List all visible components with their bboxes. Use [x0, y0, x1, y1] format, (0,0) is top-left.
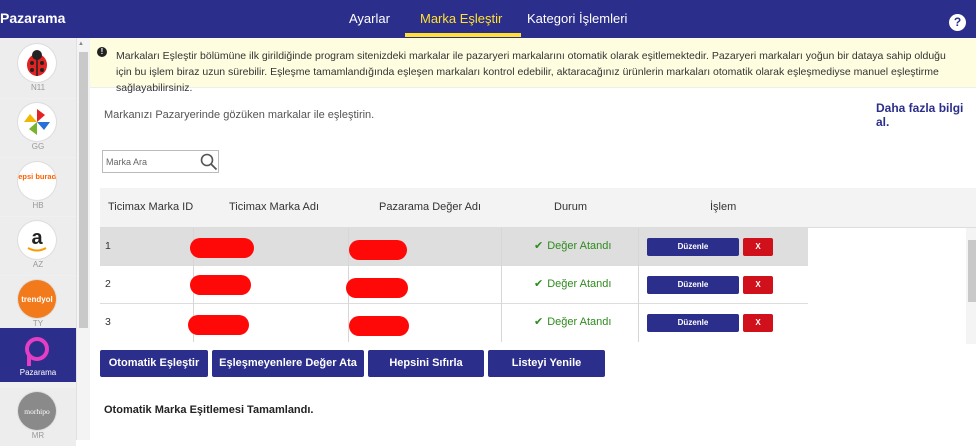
morhipo-logo: morhipo: [18, 392, 56, 430]
brand-id-cell: 1: [105, 240, 111, 252]
sidebar-item-label: GG: [31, 142, 45, 151]
active-tab-indicator: [405, 33, 521, 37]
app-title: Pazarama: [0, 10, 66, 26]
top-nav-bar: Pazarama Ayarlar Marka Eşleştir Kategori…: [0, 0, 976, 38]
sidebar-item-hb[interactable]: hepsi burada HB: [0, 158, 76, 216]
check-icon: ✔: [534, 316, 544, 328]
redacted-brand-name: [190, 275, 251, 295]
status-cell: ✔ Değer Atandı: [534, 240, 612, 252]
brand-search-input[interactable]: [106, 155, 194, 169]
sidebar-item-label: HB: [32, 201, 44, 210]
gittigidiyor-pinwheel-logo: [18, 103, 56, 141]
column-header-id: Ticimax Marka ID: [108, 201, 194, 213]
brand-id-cell: 3: [105, 316, 111, 328]
n11-ladybug-logo: [18, 44, 56, 82]
sidebar-item-label: TY: [32, 319, 44, 328]
sidebar-item-ty[interactable]: trendyol TY: [0, 276, 76, 334]
delete-button[interactable]: X: [743, 276, 773, 294]
column-header-status: Durum: [554, 201, 588, 213]
sidebar-item-n11[interactable]: N11: [0, 40, 76, 98]
redacted-pazarama-value: [349, 316, 409, 336]
amazon-logo-text: a: [31, 227, 43, 249]
table-row: 1 ✔ Değer Atandı Düzenle X: [100, 228, 808, 266]
hepsiburada-logo: hepsi burada: [18, 162, 56, 200]
reset-all-button[interactable]: Hepsini Sıfırla: [368, 350, 484, 377]
redacted-pazarama-value: [346, 278, 408, 298]
table-row: 2 ✔ Değer Atandı Düzenle X: [100, 266, 808, 304]
redacted-brand-name: [190, 238, 254, 258]
status-cell: ✔ Değer Atandı: [534, 316, 612, 328]
help-icon[interactable]: ?: [949, 14, 966, 31]
sidebar-item-label: N11: [30, 83, 46, 92]
edit-button[interactable]: Düzenle: [647, 314, 739, 332]
status-cell: ✔ Değer Atandı: [534, 278, 612, 290]
info-banner-text: Markaları Eşleştir bölümüne ilk girildiğ…: [116, 50, 946, 94]
delete-button[interactable]: X: [743, 238, 773, 256]
sidebar-item-label: AZ: [32, 260, 44, 269]
table-header: Ticimax Marka ID Ticimax Marka Adı Pazar…: [100, 188, 976, 228]
redacted-brand-name: [188, 315, 249, 335]
table-scrollbar-thumb[interactable]: [968, 240, 976, 302]
brand-search-box: [102, 150, 219, 173]
check-icon: ✔: [534, 278, 544, 290]
morhipo-logo-text: morhipo: [24, 407, 50, 416]
column-header-ticimax-name: Ticimax Marka Adı: [229, 201, 320, 213]
scroll-up-arrow-icon[interactable]: ▲: [78, 41, 84, 47]
more-info-link[interactable]: Daha fazla bilgi al.: [876, 101, 976, 129]
amazon-logo: a: [18, 221, 56, 259]
brand-id-cell: 2: [105, 278, 111, 290]
marketplace-sidebar: N11 GG hepsi burada HB a AZ: [0, 38, 90, 446]
sidebar-item-label: MR: [31, 431, 45, 440]
tab-kategori-islemleri[interactable]: Kategori İşlemleri: [527, 0, 627, 38]
edit-button[interactable]: Düzenle: [647, 238, 739, 256]
assign-unmatched-button[interactable]: Eşleşmeyenlere Değer Ata: [212, 350, 364, 377]
redacted-pazarama-value: [349, 240, 407, 260]
sidebar-item-az[interactable]: a AZ: [0, 217, 76, 275]
sidebar-item-mr[interactable]: morhipo MR: [0, 388, 76, 446]
column-header-pazarama-value: Pazarama Değer Adı: [379, 201, 482, 213]
trendyol-logo-text: trendyol: [21, 295, 53, 304]
exclamation-icon: !: [97, 47, 107, 57]
search-icon[interactable]: [200, 153, 218, 176]
info-banner: Markaları Eşleştir bölümüne ilk girildiğ…: [90, 38, 976, 94]
page-subtitle: Markanızı Pazaryerinde gözüken markalar …: [104, 109, 375, 121]
tab-ayarlar[interactable]: Ayarlar: [349, 0, 390, 38]
auto-match-button[interactable]: Otomatik Eşleştir: [100, 350, 208, 377]
column-header-actions: İşlem: [710, 201, 737, 213]
hepsiburada-logo-text: hepsi burada: [18, 172, 56, 181]
sidebar-item-label: Pazarama: [19, 368, 57, 377]
refresh-list-button[interactable]: Listeyi Yenile: [488, 350, 605, 377]
check-icon: ✔: [534, 240, 544, 252]
sidebar-item-gg[interactable]: GG: [0, 99, 76, 157]
trendyol-logo: trendyol: [18, 280, 56, 318]
pazarama-logo: [18, 332, 56, 370]
sidebar-scrollbar-thumb[interactable]: [79, 52, 88, 328]
edit-button[interactable]: Düzenle: [647, 276, 739, 294]
completion-message: Otomatik Marka Eşitlemesi Tamamlandı.: [104, 404, 314, 416]
table-row: 3 ✔ Değer Atandı Düzenle X: [100, 304, 808, 342]
sidebar-item-pazarama[interactable]: Pazarama: [0, 328, 76, 382]
delete-button[interactable]: X: [743, 314, 773, 332]
